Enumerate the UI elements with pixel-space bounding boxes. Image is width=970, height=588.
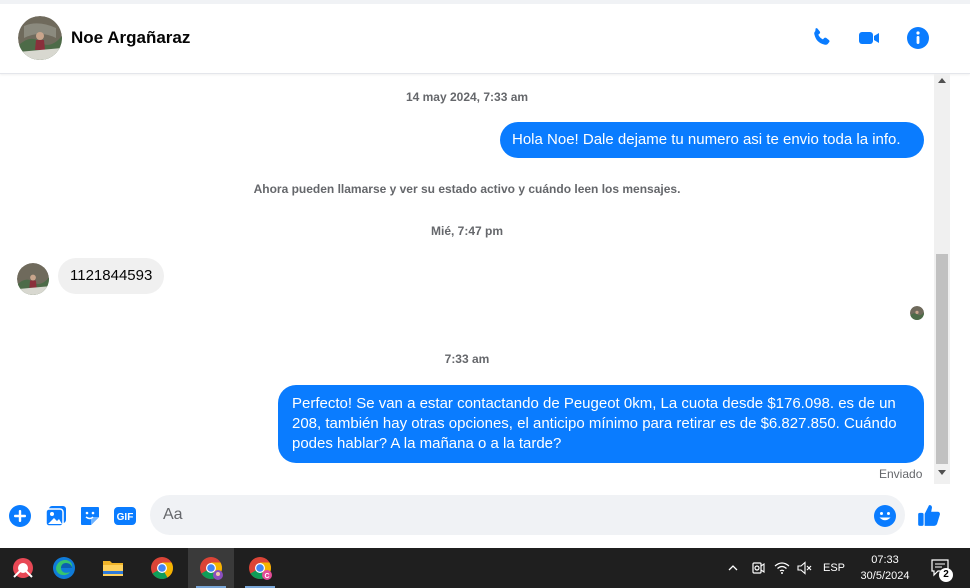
emoji-icon[interactable] (873, 504, 897, 528)
chrome-profile-c-icon[interactable]: C (237, 548, 283, 588)
message-input[interactable] (150, 495, 905, 535)
scroll-down-arrow-icon[interactable] (938, 470, 946, 475)
contact-name[interactable]: Noe Argañaraz (71, 28, 190, 48)
windows-taskbar: C ESP 07:33 30/5/2024 2 (0, 548, 970, 588)
timestamp: 7:33 am (444, 352, 490, 366)
message-composer: GIF (0, 484, 970, 546)
contact-avatar-small[interactable] (17, 263, 49, 295)
notification-count-badge: 2 (939, 568, 953, 582)
show-hidden-icons-chevron-icon[interactable] (722, 548, 744, 588)
clock-time: 07:33 (871, 554, 899, 566)
gif-label: GIF (117, 512, 134, 523)
plus-icon[interactable] (8, 504, 32, 528)
timestamp: Mié, 7:47 pm (430, 224, 504, 238)
chrome-profile-icon[interactable] (188, 548, 234, 588)
svg-text:C: C (264, 573, 269, 580)
phone-icon[interactable] (809, 26, 833, 50)
incoming-message[interactable]: 1121844593 (58, 258, 165, 294)
language-label: ESP (822, 562, 845, 574)
system-clock[interactable]: 07:33 30/5/2024 (850, 552, 920, 584)
read-receipt-avatar (910, 306, 924, 320)
edge-icon[interactable] (41, 548, 87, 588)
scrollbar[interactable] (934, 74, 950, 484)
outgoing-message[interactable]: Hola Noe! Dale dejame tu numero asi te e… (500, 122, 924, 158)
video-call-icon[interactable] (857, 26, 881, 50)
photo-icon[interactable] (44, 504, 68, 528)
message-thread[interactable]: 14 may 2024, 7:33 am Hola Noe! Dale deja… (0, 74, 934, 484)
chat-header: Noe Argañaraz (0, 0, 970, 74)
outgoing-message[interactable]: Perfecto! Se van a estar contactando de … (278, 385, 924, 463)
gif-icon[interactable]: GIF (113, 504, 137, 528)
thumbs-up-icon[interactable] (916, 502, 942, 528)
language-indicator[interactable]: ESP (820, 548, 848, 588)
chrome-icon[interactable] (139, 548, 185, 588)
snipping-tool-icon[interactable] (0, 548, 46, 588)
delivery-status: Enviado (879, 467, 923, 481)
scroll-thumb[interactable] (936, 254, 948, 464)
top-border (0, 0, 970, 4)
timestamp: 14 may 2024, 7:33 am (405, 90, 529, 104)
system-message: Ahora pueden llamarse y ver su estado ac… (253, 182, 681, 196)
meet-now-camera-icon[interactable] (747, 548, 769, 588)
clock-date: 30/5/2024 (860, 570, 910, 582)
sticker-icon[interactable] (78, 504, 102, 528)
contact-avatar[interactable] (18, 16, 62, 60)
scroll-up-arrow-icon[interactable] (938, 78, 946, 83)
messenger-window: Noe Argañaraz 14 may 2024, 7:33 am Hola … (0, 0, 970, 588)
info-icon[interactable] (906, 26, 930, 50)
volume-muted-icon[interactable] (794, 548, 816, 588)
file-explorer-icon[interactable] (90, 548, 136, 588)
notifications-icon[interactable]: 2 (926, 548, 956, 588)
wifi-icon[interactable] (771, 548, 793, 588)
